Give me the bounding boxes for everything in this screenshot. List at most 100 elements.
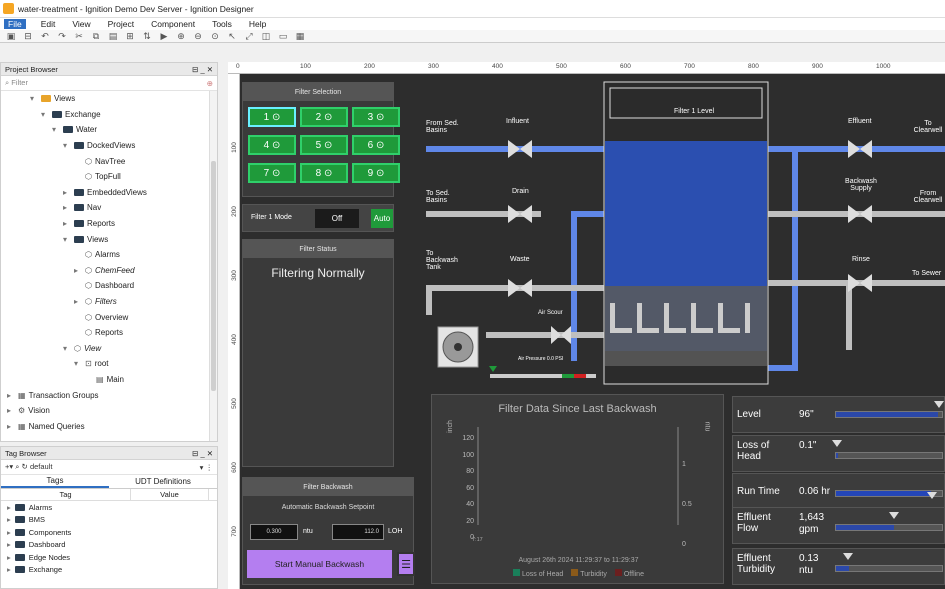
tree-item[interactable]: ▾ ⊡ root [1,356,217,372]
mode-auto-button[interactable]: Auto [371,209,393,228]
chevron-icon[interactable]: ▾ [63,235,71,244]
chevron-icon[interactable]: ▸ [7,503,11,512]
filter-8-button[interactable]: 8 ⊙ [300,163,348,183]
panel-controls-icon[interactable]: ⊟ _ ✕ [192,449,213,458]
chevron-icon[interactable]: ▾ [74,359,82,368]
tree-item[interactable]: ▸ ⬡ ChemFeed [1,263,217,279]
ntu-setpoint-field[interactable]: 0.300 [250,524,298,540]
tag-row[interactable]: ▸ Alarms [1,501,217,514]
chevron-icon[interactable]: ▾ [41,110,49,119]
chevron-icon[interactable]: ▸ [74,297,82,306]
chevron-icon[interactable]: ▸ [63,188,71,197]
layers-icon[interactable]: ◫ [261,31,271,42]
tree-item[interactable]: ▸ ▦ Transaction Groups [1,387,217,403]
align-icon[interactable]: ⇅ [142,31,152,42]
chevron-icon[interactable]: ▾ [30,94,38,103]
add-tag-icon[interactable]: +▾ [5,462,13,471]
legend-item[interactable]: Loss of Head [513,569,563,578]
tag-row[interactable]: ▸ Components [1,526,217,539]
save-all-icon[interactable]: ⊟ [23,31,33,42]
search-icon[interactable]: ⌕ [15,462,19,471]
tree-item[interactable]: ▸ ⬡ Filters [1,294,217,310]
new-resource-icon[interactable]: ⊕ [207,79,213,88]
menu-edit[interactable]: Edit [39,19,58,29]
tree-item[interactable]: ⬡ NavTree [1,153,217,169]
filter-4-button[interactable]: 4 ⊙ [248,135,296,155]
menu-project[interactable]: Project [106,19,136,29]
zoom-out-icon[interactable]: ⊖ [193,31,203,42]
tag-row[interactable]: ▸ BMS [1,514,217,527]
filter-9-button[interactable]: 9 ⊙ [352,163,400,183]
refresh-icon[interactable]: ↻ [22,462,28,471]
start-manual-backwash-button[interactable]: Start Manual Backwash [247,550,392,578]
tree-item[interactable]: ▸ ▦ Named Queries [1,418,217,434]
tree-item[interactable]: ▾ Exchange [1,107,217,123]
zoom-in-icon[interactable]: ⊕ [176,31,186,42]
play-icon[interactable]: ▶ [159,31,169,42]
filter-7-button[interactable]: 7 ⊙ [248,163,296,183]
filter-6-button[interactable]: 6 ⊙ [352,135,400,155]
copy-icon[interactable]: ⧉ [91,31,101,42]
legend-item[interactable]: Offline [614,569,644,578]
tree-item[interactable]: ▤ Main [1,372,217,388]
tree-item[interactable]: ⬡ Alarms [1,247,217,263]
filter-1-button[interactable]: 1 ⊙ [248,107,296,127]
chevron-icon[interactable]: ▸ [7,565,11,574]
chevron-icon[interactable]: ▾ [63,344,71,353]
filter-input[interactable]: ⌕ Filter [5,78,28,88]
project-tree-scrollbar[interactable] [209,91,217,441]
panel-controls-icon[interactable]: ⊟ _ ✕ [192,65,213,74]
comment-icon[interactable]: ▭ [278,31,288,42]
tree-item[interactable]: ⬡ Dashboard [1,278,217,294]
tree-item[interactable]: ⬡ Reports [1,325,217,341]
chevron-icon[interactable]: ▸ [7,406,15,415]
tree-item[interactable]: ⬡ Overview [1,309,217,325]
menu-component[interactable]: Component [149,19,197,29]
menu-view[interactable]: View [70,19,92,29]
column-value[interactable]: Value [131,489,209,500]
tree-item[interactable]: ▾ DockedViews [1,138,217,154]
chevron-icon[interactable]: ▸ [7,515,11,524]
chevron-icon[interactable]: ▾ [63,141,71,150]
filter-3-button[interactable]: 3 ⊙ [352,107,400,127]
doc-icon[interactable]: ▦ [295,31,305,42]
tree-item[interactable]: ▸ Nav [1,200,217,216]
clipboard-icon[interactable]: ☰ [397,552,415,576]
chevron-icon[interactable]: ▸ [63,219,71,228]
save-icon[interactable]: ▣ [6,31,16,42]
chevron-icon[interactable]: ▸ [63,203,71,212]
loh-setpoint-field[interactable]: 112.0 [332,524,384,540]
cut-icon[interactable]: ✂ [74,31,84,42]
filter-2-button[interactable]: 2 ⊙ [300,107,348,127]
chevron-icon[interactable]: ▸ [7,422,15,431]
chevron-icon[interactable]: ▸ [7,528,11,537]
tree-item[interactable]: ▸ EmbeddedViews [1,185,217,201]
redo-icon[interactable]: ↷ [57,31,67,42]
tree-item[interactable]: ▾ Views [1,91,217,107]
chevron-icon[interactable]: ▾ [52,125,60,134]
tree-item[interactable]: ▸ Reports [1,216,217,232]
tree-item[interactable]: ▾ ⬡ View [1,341,217,357]
menu-file[interactable]: File [4,19,26,29]
chevron-icon[interactable]: ▸ [7,540,11,549]
pointer-icon[interactable]: ↖ [227,31,237,42]
tag-row[interactable]: ▸ Dashboard [1,539,217,552]
tree-item[interactable]: ⬡ TopFull [1,169,217,185]
mode-off-button[interactable]: Off [315,209,359,228]
tab-udt-definitions[interactable]: UDT Definitions [109,475,217,488]
menu-tools[interactable]: Tools [210,19,234,29]
provider-dropdown-icon[interactable]: ▾ ⋮ [200,463,213,472]
chevron-icon[interactable]: ▸ [7,391,15,400]
undo-icon[interactable]: ↶ [40,31,50,42]
scroll-thumb[interactable] [211,161,216,391]
provider-select[interactable]: default [30,462,53,471]
tree-item[interactable]: ▸ ⚙ Vision [1,403,217,419]
tree-item[interactable]: ▾ Views [1,231,217,247]
menu-help[interactable]: Help [247,19,268,29]
tree-item[interactable]: ▾ Water [1,122,217,138]
filter-5-button[interactable]: 5 ⊙ [300,135,348,155]
tag-row[interactable]: ▸ Exchange [1,564,217,577]
legend-item[interactable]: Turbidity [571,569,607,578]
view-canvas[interactable]: Filter Selection 1 ⊙ 2 ⊙ 3 ⊙ 4 ⊙ 5 ⊙ 6 ⊙ 7 ⊙ 8 … [240,74,945,589]
chevron-icon[interactable]: ▸ [7,553,11,562]
